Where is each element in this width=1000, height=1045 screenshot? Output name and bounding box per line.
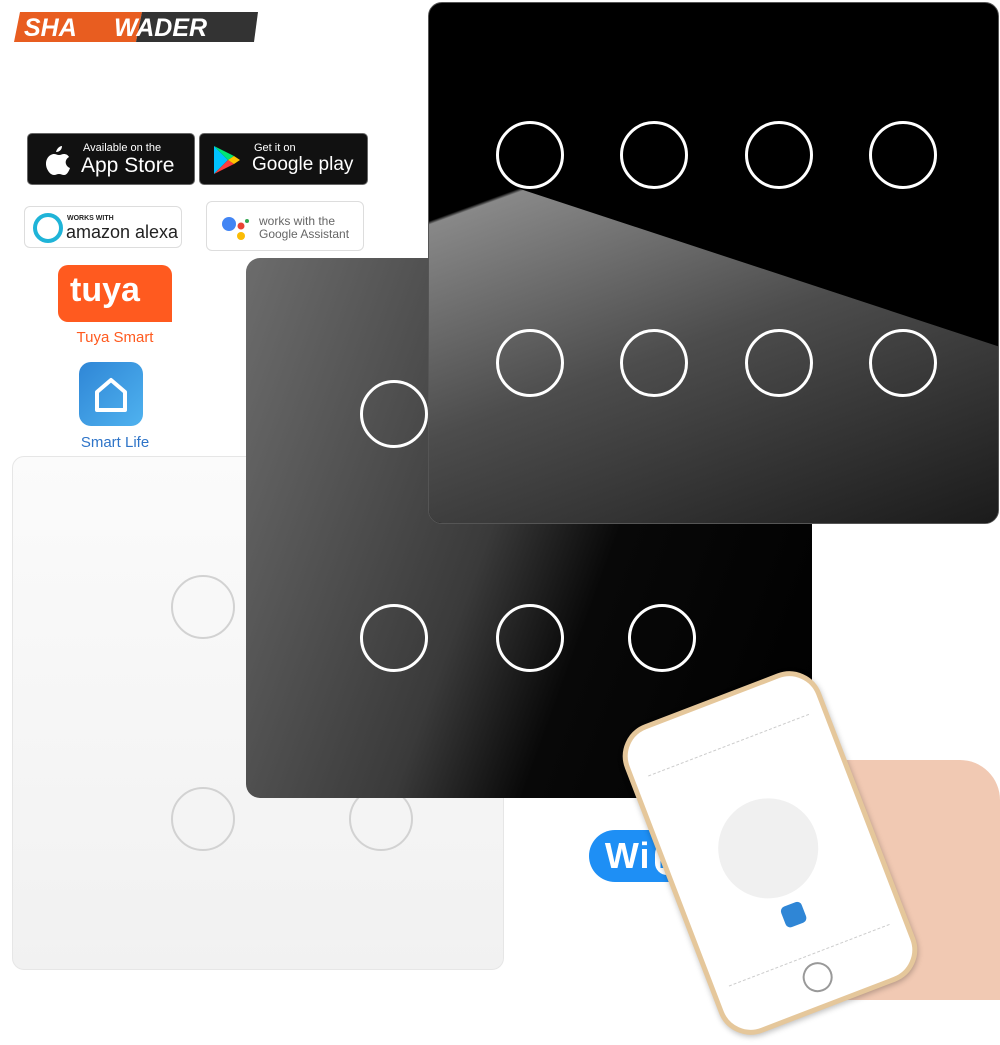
google-assistant-icon [222, 217, 249, 240]
mid-panel-touch-button[interactable] [628, 604, 696, 672]
alexa-small-text: WORKS WITH [67, 215, 114, 222]
home-button-icon [798, 957, 838, 997]
tuya-label: Tuya Smart [76, 329, 154, 346]
white-panel-touch-button[interactable] [171, 787, 235, 851]
phone-screen [648, 713, 890, 987]
mid-panel-touch-button[interactable] [360, 604, 428, 672]
smart-life-small-icon [779, 900, 808, 929]
top-panel-touch-button[interactable] [745, 329, 813, 397]
smart-life-label: Smart Life [80, 434, 150, 451]
alexa-ring-icon [33, 213, 63, 243]
apple-icon [46, 146, 70, 175]
top-panel-touch-button[interactable] [869, 121, 937, 189]
smartphone-image [612, 661, 928, 1045]
tuya-logo-text: tuya [70, 271, 140, 309]
app-store-big-text: App Store [81, 154, 175, 177]
white-panel-touch-button[interactable] [171, 575, 235, 639]
shawader-logo: SHA WADER [14, 12, 258, 42]
top-panel-touch-button[interactable] [496, 121, 564, 189]
google-assistant-line1: works with the [259, 214, 336, 228]
brand-part1: SHA [24, 14, 77, 42]
google-play-badge[interactable]: Get it on Google play [199, 133, 368, 185]
wifi-wi: Wi [604, 835, 651, 876]
house-icon [95, 378, 127, 412]
alexa-badge: WORKS WITH amazon alexa [24, 206, 182, 248]
top-panel-touch-button[interactable] [869, 329, 937, 397]
mid-panel-touch-button[interactable] [496, 604, 564, 672]
top-panel-touch-button[interactable] [745, 121, 813, 189]
black-8-gang-switch-panel [428, 2, 999, 524]
top-panel-touch-button[interactable] [496, 329, 564, 397]
google-assistant-badge: works with the Google Assistant [206, 201, 364, 251]
top-panel-touch-button[interactable] [620, 121, 688, 189]
app-menu-circle [703, 783, 833, 913]
google-play-big-text: Google play [252, 154, 354, 175]
play-icon [214, 146, 240, 174]
google-assistant-line2: Google Assistant [259, 227, 350, 241]
app-store-badge[interactable]: Available on the App Store [27, 133, 195, 185]
app-store-small-text: Available on the [83, 142, 162, 154]
smart-life-app-icon [79, 362, 143, 426]
brand-part2: WADER [114, 14, 207, 42]
top-panel-touch-button[interactable] [620, 329, 688, 397]
alexa-big-text: amazon alexa [66, 222, 179, 242]
mid-panel-touch-button[interactable] [360, 380, 428, 448]
google-play-small-text: Get it on [254, 142, 296, 154]
tuya-app-icon: tuya [58, 265, 172, 322]
glass-reflection [429, 159, 998, 523]
